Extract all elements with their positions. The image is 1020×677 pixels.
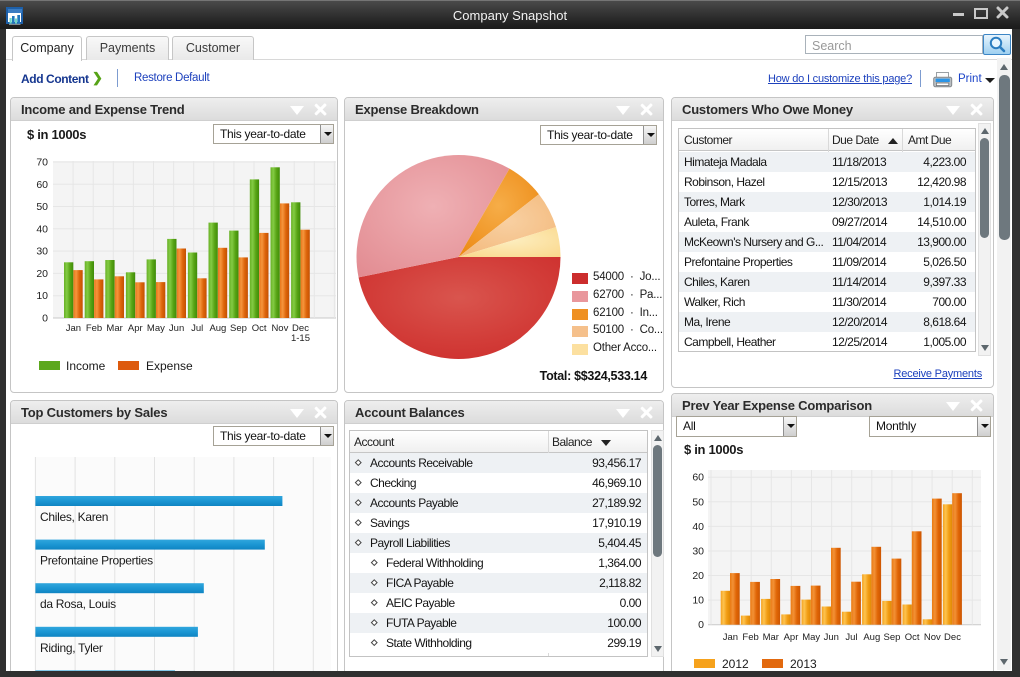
svg-text:0: 0 bbox=[698, 619, 704, 631]
svg-text:40: 40 bbox=[692, 521, 704, 533]
svg-text:Jun: Jun bbox=[169, 323, 184, 334]
svg-text:30: 30 bbox=[692, 546, 704, 558]
svg-text:Mar: Mar bbox=[106, 323, 122, 334]
svg-text:Prefontaine Properties: Prefontaine Properties bbox=[40, 554, 153, 568]
svg-text:Sep: Sep bbox=[884, 632, 901, 643]
svg-text:Riding, Tyler: Riding, Tyler bbox=[40, 641, 103, 655]
svg-text:0: 0 bbox=[42, 313, 48, 325]
svg-text:Sep: Sep bbox=[230, 323, 247, 334]
svg-text:Feb: Feb bbox=[86, 323, 102, 334]
svg-text:Oct: Oct bbox=[252, 323, 267, 334]
svg-text:Jul: Jul bbox=[191, 323, 203, 334]
svg-text:Jun: Jun bbox=[824, 632, 839, 643]
svg-text:Apr: Apr bbox=[784, 632, 799, 643]
svg-text:Aug: Aug bbox=[209, 323, 226, 334]
svg-text:Mar: Mar bbox=[763, 632, 779, 643]
svg-text:Dec: Dec bbox=[944, 632, 961, 643]
svg-text:60: 60 bbox=[692, 472, 704, 484]
svg-text:Nov: Nov bbox=[271, 323, 288, 334]
svg-text:Feb: Feb bbox=[742, 632, 758, 643]
svg-text:May: May bbox=[147, 323, 165, 334]
svg-text:70: 70 bbox=[36, 157, 48, 169]
svg-text:May: May bbox=[802, 632, 820, 643]
svg-text:Dec: Dec bbox=[292, 323, 309, 334]
svg-text:10: 10 bbox=[692, 595, 704, 607]
svg-text:Jul: Jul bbox=[845, 632, 857, 643]
svg-text:30: 30 bbox=[36, 246, 48, 258]
svg-text:Apr: Apr bbox=[128, 323, 143, 334]
svg-text:da Rosa, Louis: da Rosa, Louis bbox=[40, 597, 116, 611]
svg-text:Aug: Aug bbox=[863, 632, 880, 643]
svg-text:50: 50 bbox=[692, 496, 704, 508]
svg-text:20: 20 bbox=[36, 268, 48, 280]
svg-text:10: 10 bbox=[36, 290, 48, 302]
svg-text:1-15: 1-15 bbox=[291, 333, 310, 344]
svg-text:50: 50 bbox=[36, 201, 48, 213]
svg-text:Jan: Jan bbox=[723, 632, 738, 643]
svg-text:Chiles, Karen: Chiles, Karen bbox=[40, 510, 108, 524]
svg-text:Jan: Jan bbox=[66, 323, 81, 334]
svg-text:60: 60 bbox=[36, 179, 48, 191]
svg-text:Oct: Oct bbox=[905, 632, 920, 643]
svg-text:20: 20 bbox=[692, 570, 704, 582]
svg-text:40: 40 bbox=[36, 223, 48, 235]
svg-text:Nov: Nov bbox=[924, 632, 941, 643]
